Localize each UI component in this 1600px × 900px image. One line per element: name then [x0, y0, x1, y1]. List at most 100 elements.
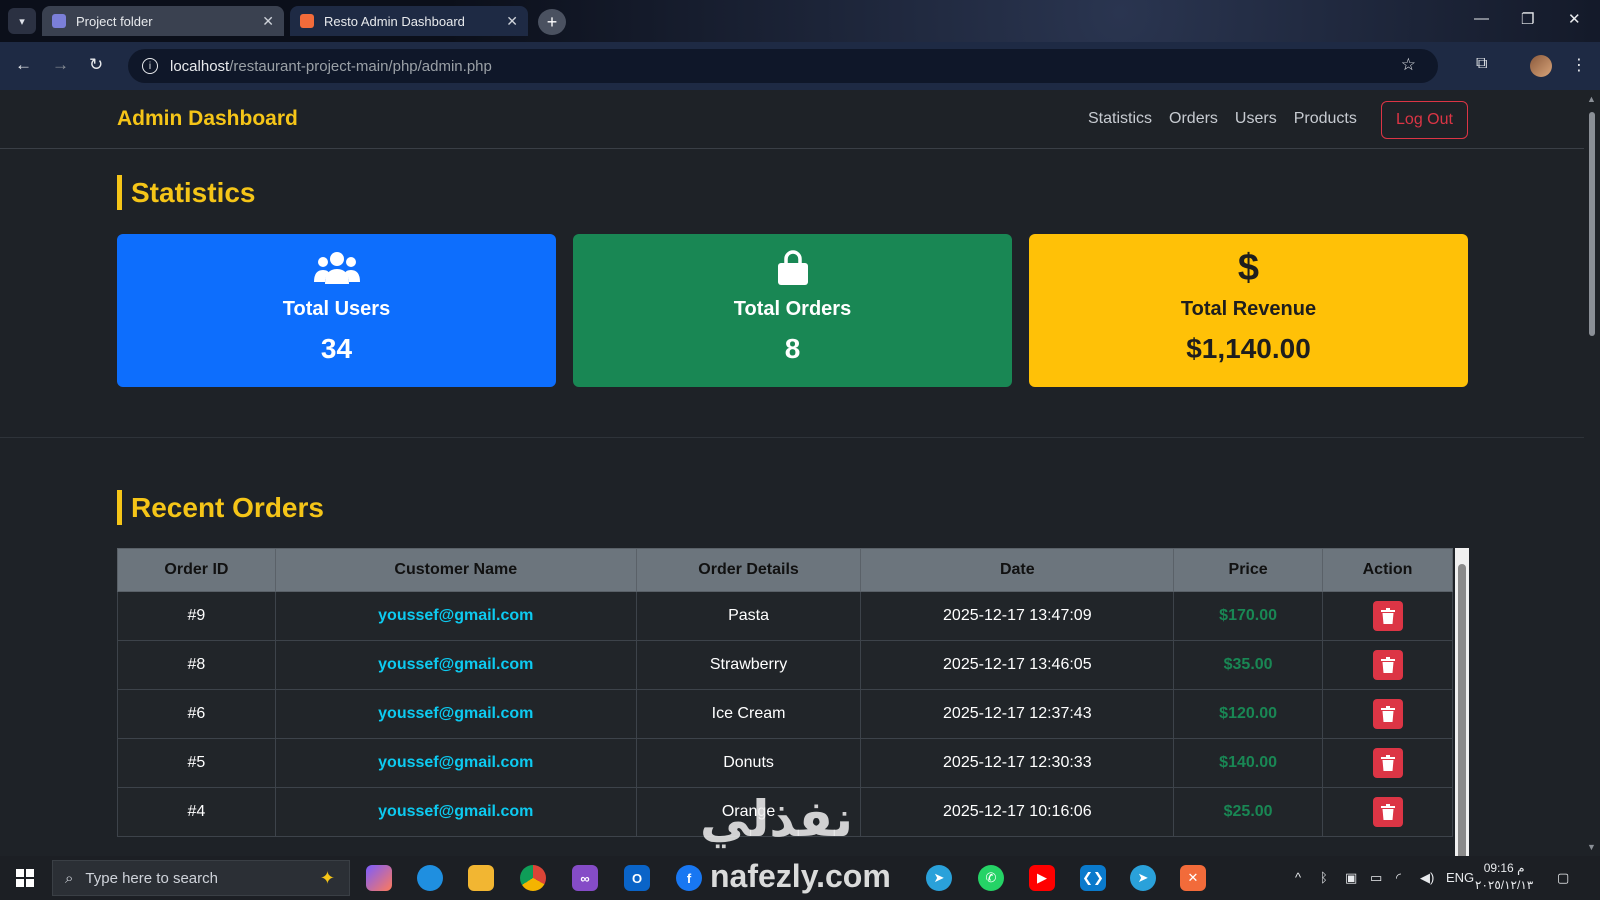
- order-date: 2025-12-17 10:16:06: [860, 787, 1175, 837]
- xampp-icon[interactable]: ✕: [1180, 865, 1206, 891]
- telegram-icon[interactable]: ➤: [926, 865, 952, 891]
- forward-arrow-icon[interactable]: →: [52, 55, 69, 75]
- xampp-favicon-icon: [300, 14, 314, 28]
- volume-icon[interactable]: ◀): [1420, 870, 1434, 886]
- tab-project-folder[interactable]: Project folder ✕: [42, 6, 284, 36]
- close-window-icon[interactable]: ✕: [1568, 10, 1581, 28]
- recent-orders-heading: Recent Orders: [117, 490, 324, 525]
- show-hidden-icons-icon[interactable]: ^: [1295, 870, 1301, 885]
- nav-links: Statistics Orders Users Products: [1088, 110, 1357, 128]
- order-price: $35.00: [1173, 640, 1324, 690]
- order-id: #5: [117, 738, 276, 788]
- users-icon: [313, 250, 360, 286]
- reload-icon[interactable]: ↻: [89, 55, 103, 75]
- scroll-up-icon[interactable]: ▲: [1587, 94, 1596, 104]
- meet-now-icon[interactable]: ▣: [1345, 870, 1357, 886]
- trash-icon: [1380, 755, 1395, 771]
- table-row: #5 youssef@gmail.com Donuts 2025-12-17 1…: [117, 738, 1453, 788]
- restore-icon[interactable]: ❐: [1521, 10, 1534, 28]
- column-header-customer-name: Customer Name: [274, 548, 637, 592]
- file-explorer-icon[interactable]: [468, 865, 494, 891]
- order-id: #9: [117, 591, 276, 641]
- tab-resto-admin-dashboard[interactable]: Resto Admin Dashboard ✕: [290, 6, 528, 36]
- close-icon[interactable]: ✕: [262, 13, 274, 30]
- tab-search-button[interactable]: ▾: [8, 8, 36, 34]
- language-indicator[interactable]: ENG: [1446, 870, 1474, 885]
- wifi-icon[interactable]: ◜: [1396, 870, 1401, 886]
- profile-avatar[interactable]: [1530, 55, 1552, 77]
- total-revenue-value: $1,140.00: [1186, 333, 1311, 364]
- taskbar-clock[interactable]: 09:16 م ٢٠٢٥/١٢/١٣: [1475, 860, 1533, 894]
- page-scrollbar[interactable]: ▲ ▼: [1584, 90, 1600, 856]
- nav-link-statistics[interactable]: Statistics: [1088, 110, 1152, 128]
- facebook-icon[interactable]: f: [676, 865, 702, 891]
- scroll-down-icon[interactable]: ▼: [1587, 842, 1596, 852]
- order-date: 2025-12-17 12:30:33: [860, 738, 1175, 788]
- delete-button[interactable]: [1372, 748, 1403, 778]
- total-orders-value: 8: [784, 333, 801, 364]
- browser-tab-bar: ▾ Project folder ✕ Resto Admin Dashboard…: [0, 0, 1600, 42]
- total-revenue-label: Total Revenue: [1180, 298, 1317, 320]
- project-folder-favicon-icon: [52, 14, 66, 28]
- customer-email: youssef@gmail.com: [274, 787, 637, 837]
- nav-link-users[interactable]: Users: [1235, 110, 1277, 128]
- order-date: 2025-12-17 12:37:43: [860, 689, 1175, 739]
- browser-toolbar: ← → ↻ i localhost/restaurant-project-mai…: [0, 42, 1600, 90]
- delete-button[interactable]: [1372, 797, 1403, 827]
- browser-menu-icon[interactable]: ⋮: [1571, 55, 1587, 75]
- table-scrollbar[interactable]: [1455, 548, 1469, 856]
- page-scrollbar-thumb[interactable]: [1589, 112, 1595, 336]
- vscode-icon[interactable]: ❮❯: [1080, 865, 1106, 891]
- taskbar-search-box[interactable]: ⌕ Type here to search ✦: [52, 860, 350, 896]
- logout-button[interactable]: Log Out: [1381, 101, 1468, 139]
- customer-email: youssef@gmail.com: [274, 591, 637, 641]
- new-tab-button[interactable]: +: [538, 9, 566, 35]
- trash-icon: [1380, 608, 1395, 624]
- battery-icon[interactable]: ▭: [1370, 870, 1382, 886]
- outlook-icon[interactable]: O: [624, 865, 650, 891]
- search-icon: ⌕: [65, 869, 74, 887]
- url-host: localhost: [170, 57, 230, 75]
- action-cell: [1322, 591, 1453, 641]
- youtube-icon[interactable]: ▶: [1029, 865, 1055, 891]
- admin-navbar: Admin Dashboard Statistics Orders Users …: [0, 90, 1584, 149]
- nav-link-orders[interactable]: Orders: [1169, 110, 1218, 128]
- order-price: $140.00: [1173, 738, 1324, 788]
- delete-button[interactable]: [1372, 601, 1403, 631]
- delete-button[interactable]: [1372, 699, 1403, 729]
- edge-browser-icon[interactable]: [417, 865, 443, 891]
- tab-title: Project folder: [76, 13, 153, 29]
- column-header-action: Action: [1322, 548, 1453, 592]
- whatsapp-icon[interactable]: ✆: [978, 865, 1004, 891]
- order-date: 2025-12-17 13:46:05: [860, 640, 1175, 690]
- back-arrow-icon[interactable]: ←: [15, 55, 32, 75]
- address-bar[interactable]: i localhost/restaurant-project-main/php/…: [128, 49, 1438, 83]
- watermark-arabic: نفذلي: [700, 791, 854, 847]
- clock-time: 09:16 م: [1483, 861, 1525, 875]
- column-header-order-id: Order ID: [117, 548, 276, 592]
- total-users-card: Total Users 34: [117, 234, 556, 387]
- windows-start-icon[interactable]: [16, 869, 34, 887]
- total-revenue-card: $ Total Revenue $1,140.00: [1029, 234, 1468, 387]
- notifications-icon[interactable]: ▢: [1557, 870, 1569, 886]
- telegram-desktop-icon[interactable]: ➤: [1130, 865, 1156, 891]
- extensions-icon[interactable]: ⧉: [1476, 55, 1487, 73]
- total-orders-card: Total Orders 8: [573, 234, 1012, 387]
- delete-button[interactable]: [1372, 650, 1403, 680]
- order-details: Ice Cream: [635, 689, 862, 739]
- nav-link-products[interactable]: Products: [1294, 110, 1357, 128]
- order-id: #4: [117, 787, 276, 837]
- order-id: #8: [117, 640, 276, 690]
- minimize-icon[interactable]: —: [1474, 10, 1489, 27]
- visual-studio-icon[interactable]: ∞: [572, 865, 598, 891]
- copilot-app-icon[interactable]: [366, 865, 392, 891]
- table-scrollbar-thumb[interactable]: [1458, 564, 1466, 856]
- bookmark-star-icon[interactable]: ☆: [1401, 55, 1416, 75]
- close-icon[interactable]: ✕: [506, 13, 518, 30]
- column-header-price: Price: [1173, 548, 1324, 592]
- site-info-icon[interactable]: i: [142, 58, 158, 74]
- bluetooth-icon[interactable]: ᛒ: [1320, 870, 1328, 885]
- order-price: $120.00: [1173, 689, 1324, 739]
- chrome-browser-icon[interactable]: [520, 865, 546, 891]
- brand-title[interactable]: Admin Dashboard: [117, 107, 298, 131]
